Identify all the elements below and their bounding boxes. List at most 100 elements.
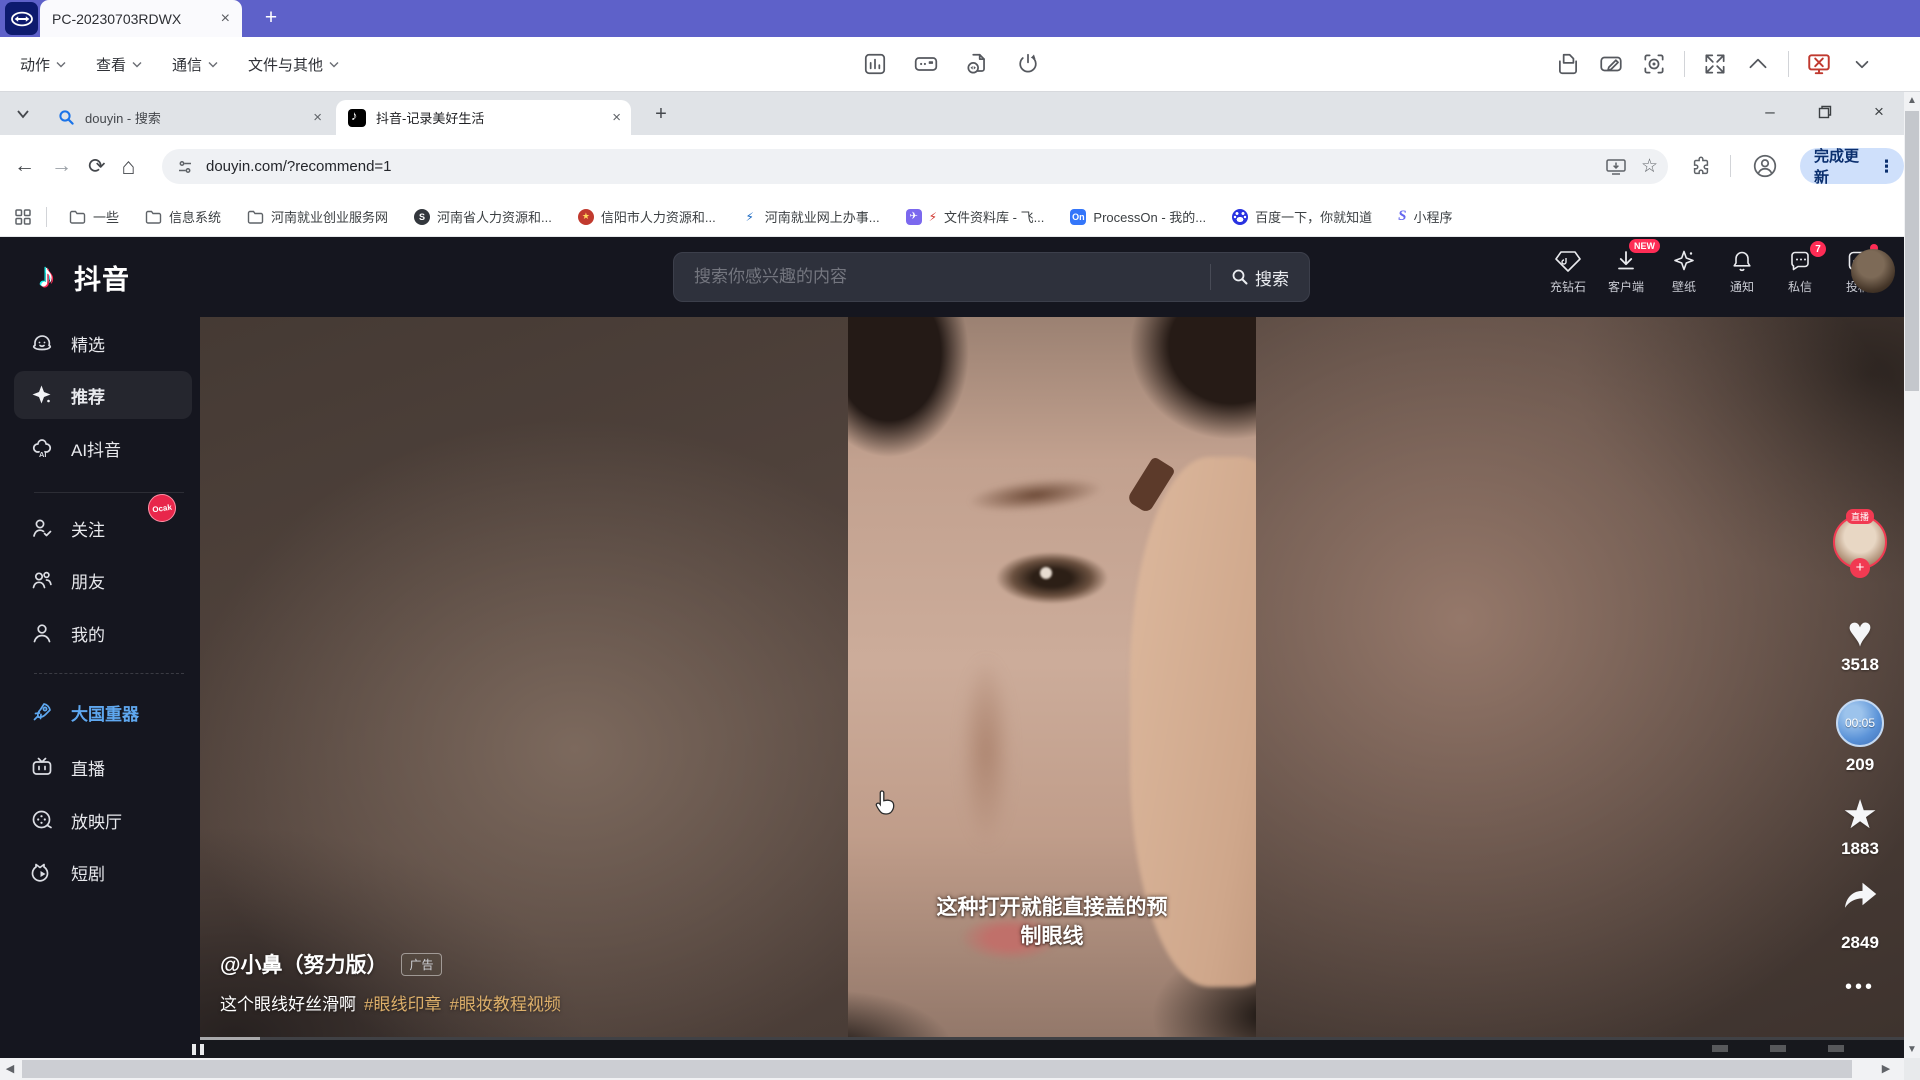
video-subtitle: 这种打开就能直接盖的预 制眼线 xyxy=(848,894,1256,951)
player-right-controls[interactable] xyxy=(1712,1045,1844,1052)
profile-person-icon xyxy=(30,621,54,645)
menu-communicate[interactable]: 通信 xyxy=(172,54,218,75)
home-button[interactable]: ⌂ xyxy=(122,153,136,180)
bookmark-link[interactable]: ⚡河南就业网上办事... xyxy=(734,207,888,226)
more-options-button[interactable]: ••• xyxy=(1832,977,1888,997)
file-transfer-icon[interactable] xyxy=(964,51,990,77)
site-info-icon[interactable] xyxy=(176,158,194,176)
horizontal-scrollbar[interactable]: ◀ ▶ xyxy=(0,1058,1920,1080)
sidebar-item-following[interactable]: 关注 Ocak xyxy=(30,506,195,550)
new-session-button[interactable]: + xyxy=(256,3,286,33)
video-player[interactable]: 这种打开就能直接盖的预 制眼线 xyxy=(848,317,1256,1037)
scroll-left-arrow-icon[interactable]: ◀ xyxy=(0,1058,20,1080)
figure-favicon-icon: ⚡ xyxy=(742,209,758,225)
url-bar[interactable]: douyin.com/?recommend=1 ☆ xyxy=(162,149,1668,184)
url-text[interactable]: douyin.com/?recommend=1 xyxy=(206,158,1605,175)
back-button[interactable]: ← xyxy=(14,154,35,178)
bookmark-folder[interactable]: 河南就业创业服务网 xyxy=(239,207,396,226)
tab-close-icon[interactable]: × xyxy=(612,109,621,126)
sidebar-item-friends[interactable]: 朋友 xyxy=(30,558,195,602)
menu-view[interactable]: 查看 xyxy=(96,54,142,75)
rail-author-avatar[interactable]: 直播 + xyxy=(1832,515,1888,569)
close-session-icon[interactable] xyxy=(1806,51,1832,77)
sidebar-item-ai-douyin[interactable]: AI AI抖音 xyxy=(30,426,195,470)
restart-icon[interactable] xyxy=(1015,51,1041,77)
performance-chart-icon[interactable] xyxy=(862,51,888,77)
fullscreen-icon[interactable] xyxy=(1702,51,1728,77)
bookmark-star-icon[interactable]: ☆ xyxy=(1641,155,1658,178)
friends-icon xyxy=(30,568,54,592)
apps-grid-icon[interactable] xyxy=(14,208,32,226)
window-restore-button[interactable] xyxy=(1800,92,1850,132)
share-button[interactable] xyxy=(1832,877,1888,911)
vertical-scrollbar[interactable]: ▲ ▼ xyxy=(1904,92,1920,1058)
video-feed[interactable]: 这种打开就能直接盖的预 制眼线 @小鼻（努力版） 广告 这个眼线好丝滑啊#眼线印… xyxy=(200,317,1904,1037)
menu-files-extras[interactable]: 文件与其他 xyxy=(248,54,339,75)
vertical-scrollbar-thumb[interactable] xyxy=(1905,111,1919,391)
bookmark-link[interactable]: ★信阳市人力资源和... xyxy=(570,207,724,226)
session-options-chevron-icon[interactable] xyxy=(1849,51,1875,77)
bookmark-link[interactable]: 百度一下，你就知道 xyxy=(1224,207,1380,226)
tab-search-button[interactable] xyxy=(10,101,36,127)
diamond-icon xyxy=(1555,249,1581,273)
window-close-button[interactable]: × xyxy=(1854,92,1904,132)
pause-icon[interactable] xyxy=(192,1044,204,1055)
window-minimize-button[interactable]: – xyxy=(1745,92,1795,132)
browser-tab-douyin-active[interactable]: ♪ 抖音-记录美好生活 × xyxy=(336,100,631,135)
reload-button[interactable]: ⟳ xyxy=(88,154,106,179)
install-app-icon[interactable] xyxy=(1605,157,1627,177)
live-badge: 直播 xyxy=(1846,509,1874,524)
browser-menu-icon[interactable]: ⋮ xyxy=(1878,158,1895,175)
bookmark-folder[interactable]: 信息系统 xyxy=(137,207,229,226)
tab-close-icon[interactable]: × xyxy=(313,109,322,126)
user-avatar[interactable] xyxy=(1851,249,1895,293)
chrome-update-chip[interactable]: 完成更新 ⋮ xyxy=(1800,148,1904,184)
douyin-brand[interactable]: ♪♪♪ 抖音 xyxy=(38,257,130,297)
profile-icon[interactable] xyxy=(1752,153,1778,179)
horizontal-scrollbar-thumb[interactable] xyxy=(22,1060,1852,1078)
action-notifications[interactable]: 通知 xyxy=(1720,247,1764,295)
scroll-right-arrow-icon[interactable]: ▶ xyxy=(1876,1058,1896,1080)
file-box-icon[interactable] xyxy=(1555,51,1581,77)
annotate-icon[interactable] xyxy=(1598,51,1624,77)
sidebar-item-cinema[interactable]: 放映厅 xyxy=(30,798,195,842)
session-close-icon[interactable]: × xyxy=(221,10,230,28)
hashtag-link[interactable]: #眼妆教程视频 xyxy=(449,995,560,1014)
action-recharge[interactable]: 充钻石 xyxy=(1546,247,1590,295)
action-wallpaper[interactable]: 壁纸 xyxy=(1662,247,1706,295)
follow-plus-button[interactable]: + xyxy=(1850,558,1870,578)
search-input[interactable] xyxy=(674,267,1210,287)
bookmark-link[interactable]: S小程序 xyxy=(1390,207,1460,226)
forward-button[interactable]: → xyxy=(51,154,72,178)
collapse-toolbar-icon[interactable] xyxy=(1745,51,1771,77)
video-progress-track[interactable] xyxy=(200,1037,1904,1040)
sidebar-item-featured[interactable]: 精选 xyxy=(30,321,195,365)
sidebar-item-mine[interactable]: 我的 xyxy=(30,611,195,655)
action-client[interactable]: NEW 客户端 xyxy=(1604,247,1648,295)
bookmark-folder[interactable]: 一些 xyxy=(61,207,127,226)
like-button[interactable]: ♥ xyxy=(1832,611,1888,653)
new-tab-button[interactable]: + xyxy=(648,101,674,127)
menu-actions[interactable]: 动作 xyxy=(20,54,66,75)
scroll-up-arrow-icon[interactable]: ▲ xyxy=(1904,92,1920,109)
bookmark-link[interactable]: OnProcessOn - 我的... xyxy=(1062,207,1214,226)
sidebar-item-live[interactable]: 直播 xyxy=(30,745,195,789)
remote-keyboard-icon[interactable] xyxy=(913,51,939,77)
hashtag-link[interactable]: #眼线印章 xyxy=(364,995,441,1014)
favorite-button[interactable]: ★ xyxy=(1832,795,1888,835)
toolbar-divider xyxy=(1684,51,1685,77)
sidebar-item-daguozhongqi[interactable]: 大国重器 xyxy=(30,690,195,734)
video-author[interactable]: @小鼻（努力版） xyxy=(220,949,387,979)
sidebar-item-recommend[interactable]: 推荐 xyxy=(30,373,195,417)
bookmark-link[interactable]: S河南省人力资源和... xyxy=(406,207,560,226)
extensions-icon[interactable] xyxy=(1690,155,1712,177)
search-button[interactable]: 搜索 xyxy=(1211,253,1309,301)
action-messages[interactable]: 7 私信 xyxy=(1778,247,1822,295)
browser-tab-douyin-search[interactable]: douyin - 搜索 × xyxy=(46,100,332,135)
bookmark-link[interactable]: ✈⚡文件资料库 - 飞... xyxy=(898,207,1053,226)
scroll-down-arrow-icon[interactable]: ▼ xyxy=(1904,1041,1920,1058)
screenshot-icon[interactable] xyxy=(1641,51,1667,77)
session-tab[interactable]: PC-20230703RDWX × xyxy=(40,0,242,37)
sidebar-item-shorts[interactable]: 短剧 xyxy=(30,850,195,894)
ad-countdown-button[interactable]: 00:05 xyxy=(1832,699,1888,747)
